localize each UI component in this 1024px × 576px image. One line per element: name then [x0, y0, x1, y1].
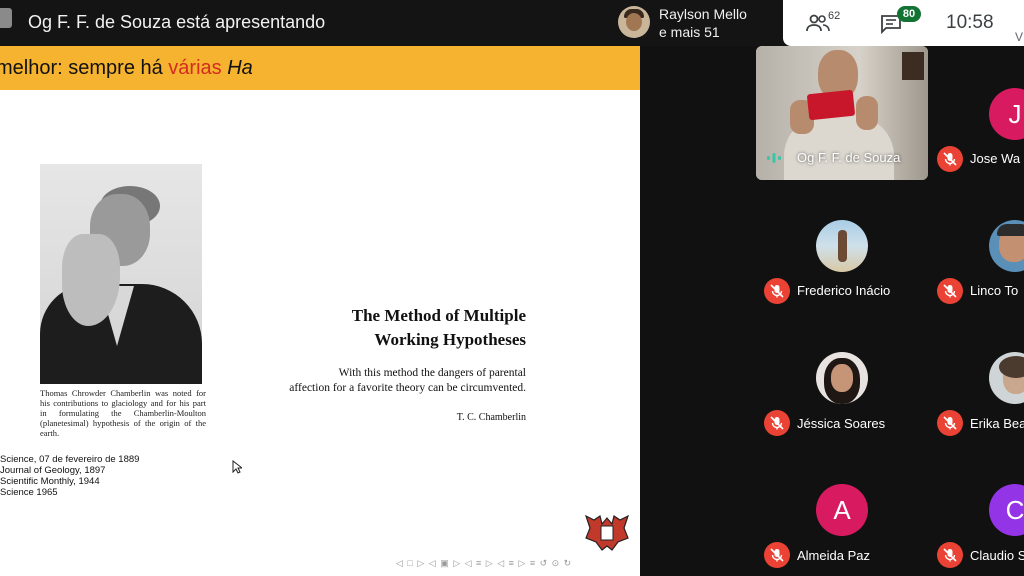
participant-name: Almeida Paz [797, 548, 870, 563]
participants-count: 62 [828, 10, 841, 22]
participant-avatar[interactable] [989, 352, 1024, 404]
participant-tile-presenter[interactable]: Og F. F. de Souza [756, 46, 928, 180]
presentation-icon [0, 8, 12, 28]
participant-name: Claudio S [970, 548, 1024, 563]
mouse-cursor-icon [232, 460, 242, 474]
chat-count-badge: 80 [897, 6, 921, 22]
mic-off-icon [937, 278, 963, 304]
clock: 10:58 [946, 12, 994, 33]
paper-title-line: Working Hypotheses [374, 330, 526, 349]
participant-name: Linco To [970, 283, 1019, 298]
red-book [806, 89, 856, 121]
participant-avatar[interactable] [816, 220, 868, 272]
participant-avatar[interactable]: A [816, 484, 868, 536]
reference-item: Science 1965 [0, 487, 58, 498]
paper-title: The Method of Multiple Working Hypothese… [260, 304, 526, 352]
avatar-face [626, 13, 642, 31]
mic-off-icon [937, 410, 963, 436]
mic-off-icon [937, 146, 963, 172]
university-crest-icon [584, 514, 630, 551]
slide-title-italic: Ha [227, 57, 253, 79]
avatar-face [831, 364, 853, 392]
avatar-cap [997, 224, 1024, 236]
slide-navigation-controls[interactable]: ◁ □ ▷ ◁ ▣ ▷ ◁ ≡ ▷ ◁ ≡ ▷ ≡ ↺ ⊙ ↻ [396, 558, 572, 569]
paper-subtitle: With this method the dangers of parental… [230, 366, 526, 396]
participant-avatar[interactable]: J [989, 88, 1024, 140]
slide-title-prefix: melhor: sempre há [0, 57, 169, 79]
paper-subtitle-line: affection for a favorite theory can be c… [289, 382, 526, 394]
reference-item: Journal of Geology, 1897 [0, 465, 106, 476]
viewer-avatar[interactable] [618, 6, 650, 38]
paper-author: T. C. Chamberlin [456, 412, 526, 423]
participants-button[interactable]: 62 [806, 8, 856, 38]
portrait-caption: Thomas Chrowder Chamberlin was noted for… [40, 388, 206, 438]
references-list: Science, 07 de fevereiro de 1889 Journal… [0, 454, 139, 498]
participant-name: Jéssica Soares [797, 416, 886, 431]
people-icon [806, 14, 830, 32]
mic-off-icon [764, 410, 790, 436]
paper-subtitle-line: With this method the dangers of parental [338, 367, 526, 379]
viewer-more-count: e mais 51 [659, 24, 720, 40]
shared-slide: melhor: sempre há várias Ha Thomas Chrow… [0, 46, 640, 576]
slide-title: melhor: sempre há várias Ha [0, 57, 253, 80]
participant-name: Frederico Inácio [797, 283, 891, 298]
participant-avatar[interactable] [816, 352, 868, 404]
viewer-name: Raylson Mello [659, 6, 747, 22]
participant-avatar[interactable] [989, 220, 1024, 272]
mic-off-icon [764, 278, 790, 304]
participant-name: Og F. F. de Souza [797, 150, 901, 165]
presenter-banner: Og F. F. de Souza está apresentando [28, 12, 326, 32]
participant-avatar[interactable]: C [989, 484, 1024, 536]
chat-button[interactable]: 80 [880, 6, 930, 38]
mic-off-icon [764, 542, 790, 568]
reference-item: Scientific Monthly, 1944 [0, 476, 100, 487]
wall-frame [902, 52, 924, 80]
reference-item: Science, 07 de fevereiro de 1889 [0, 454, 140, 465]
presenter-arm [856, 96, 878, 130]
participant-name: Jose Wa [970, 151, 1021, 166]
portrait-photo [40, 164, 202, 384]
slide-title-accent: várias [168, 57, 222, 79]
mic-off-icon [937, 542, 963, 568]
clock-extra: V [1015, 30, 1024, 44]
paper-title-line: The Method of Multiple [351, 306, 526, 325]
avatar-figure [838, 230, 847, 262]
participant-name: Erika Bea [970, 416, 1024, 431]
speaking-indicator-icon [767, 153, 781, 163]
